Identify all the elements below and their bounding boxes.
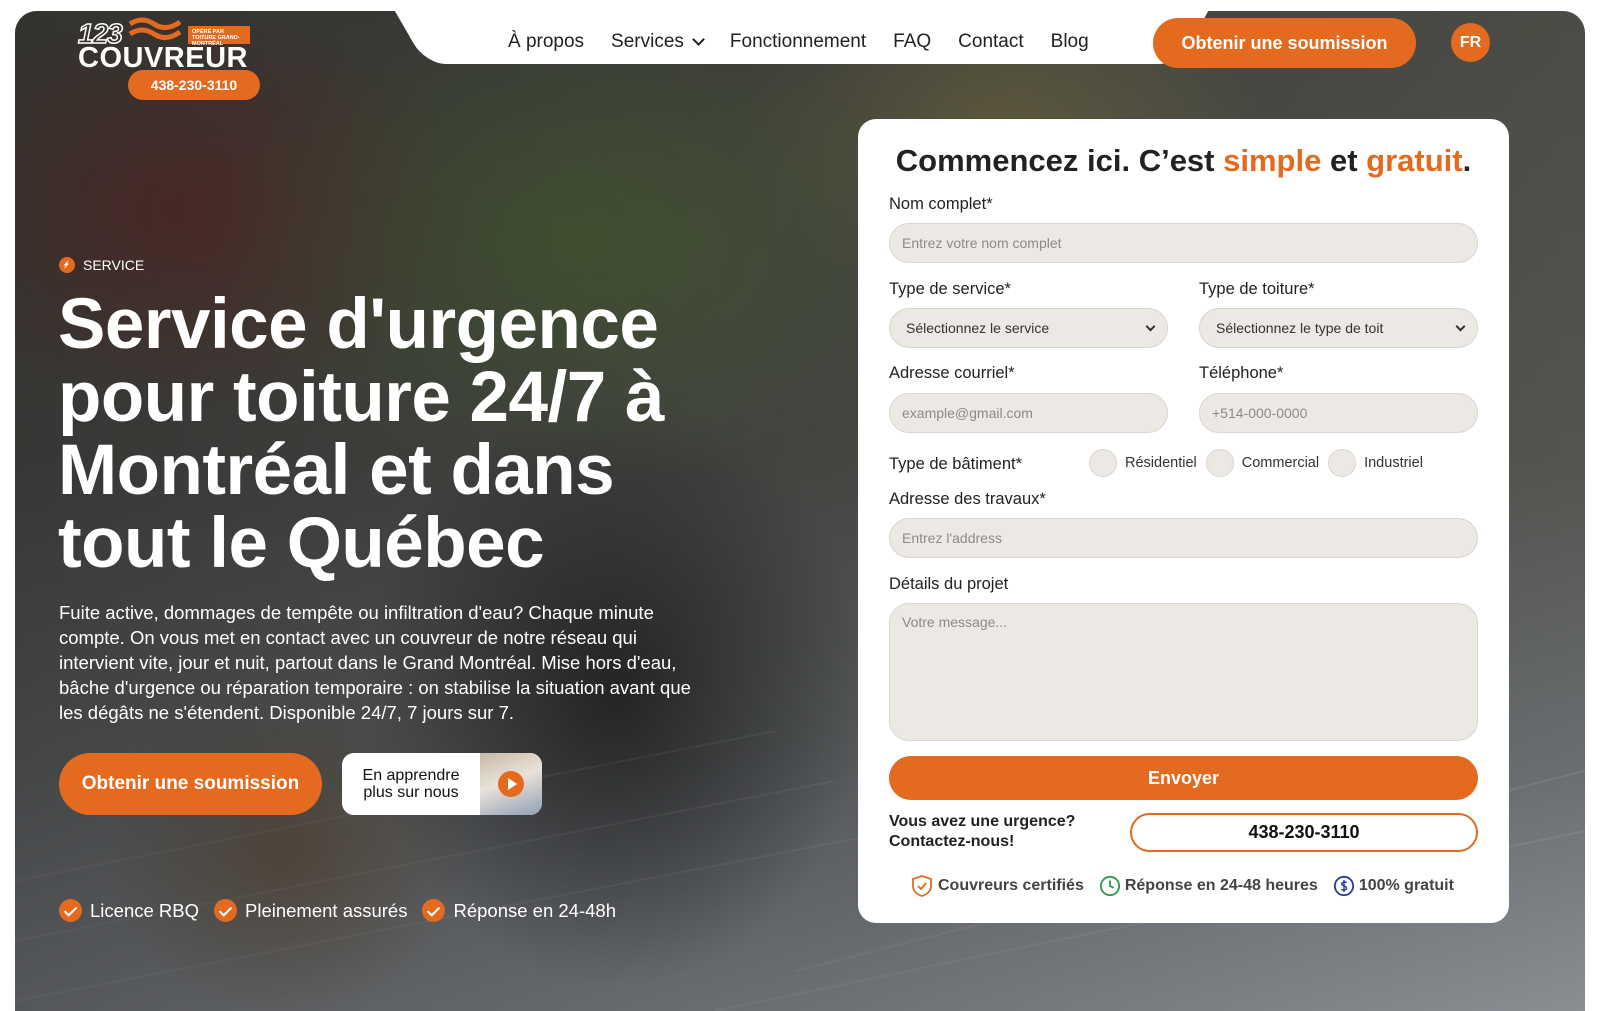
quote-form-card: Commencez ici. C’est simple et gratuit. … [858,119,1509,923]
nav-link-faq[interactable]: FAQ [893,31,931,53]
radio-commercial[interactable]: Commercial [1205,449,1319,477]
building-radio-group: Résidentiel Commercial Industriel [1089,449,1432,477]
roof-select-value: Sélectionnez le type de toit [1216,320,1384,336]
language-switcher[interactable]: FR [1451,23,1490,62]
service-select[interactable]: Sélectionnez le service [889,308,1168,348]
section-eyebrow: SERVICE [59,257,144,273]
service-label: Type de service* [889,280,1011,298]
badge-insured: Pleinement assurés [214,899,407,922]
roof-waves-icon [128,17,182,40]
check-icon [422,899,446,922]
name-label: Nom complet* [889,195,993,213]
hero-description: Fuite active, dommages de tempête ou inf… [59,602,691,723]
phone-input[interactable]: +514-000-0000 [1199,393,1478,433]
hero-quote-button[interactable]: Obtenir une soumission [59,753,322,815]
video-thumbnail [480,753,542,815]
nav-link-services-label: Services [611,31,684,52]
details-label: Détails du projet [889,575,1009,593]
play-icon [498,771,524,797]
nav-link-about[interactable]: À propos [508,31,584,53]
learn-more-label: En apprendre plus sur nous [362,767,460,801]
shield-icon [912,875,932,897]
address-label: Adresse des travaux* [889,490,1046,508]
submit-button[interactable]: Envoyer [889,756,1478,800]
nav-link-services[interactable]: Services [611,31,705,53]
chevron-down-icon [1145,321,1156,332]
nav-link-process[interactable]: Fonctionnement [730,31,866,53]
clock-icon [1099,875,1120,897]
address-input[interactable]: Entrez l'address [889,518,1478,558]
bolt-icon [59,257,75,273]
roof-label: Type de toiture* [1199,280,1315,298]
badge-licence: Licence RBQ [59,899,199,922]
page-title: Service d'urgence pour toiture 24/7 à Mo… [58,285,664,583]
name-input[interactable]: Entrez votre nom complet [889,223,1478,263]
check-icon [59,899,82,922]
header-quote-button[interactable]: Obtenir une soumission [1153,18,1416,68]
roof-select[interactable]: Sélectionnez le type de toit [1199,308,1478,348]
radio-circle [1205,449,1234,477]
trust-certified: Couvreurs certifiés [910,874,1084,898]
urgency-phone-button[interactable]: 438-230-3110 [1130,813,1478,852]
nav-link-contact[interactable]: Contact [958,31,1023,53]
radio-circle [1089,449,1117,477]
phone-label: Téléphone* [1199,364,1284,382]
form-title: Commencez ici. C’est simple et gratuit. [895,143,1472,178]
eyebrow-label: SERVICE [83,257,145,273]
dollar-icon [1333,875,1354,897]
site-logo[interactable]: 123 OPÉRÉ PAR TOITURE GRAND-MONTRÉAL COU… [77,17,260,100]
chevron-down-icon [692,33,705,46]
hero-badges: Licence RBQ Pleinement assurés Réponse e… [59,899,616,922]
trust-response: Réponse en 24-48 heures [1099,875,1318,897]
radio-residential[interactable]: Résidentiel [1089,449,1197,477]
email-label: Adresse courriel* [889,364,1015,382]
urgency-text: Vous avez une urgence? Contactez-nous! [889,813,1076,850]
learn-more-video-button[interactable]: En apprendre plus sur nous [342,753,542,815]
service-select-value: Sélectionnez le service [906,320,1050,336]
radio-industrial[interactable]: Industriel [1328,449,1423,477]
main-nav: À propos Services Fonctionnement FAQ Con… [508,31,1089,53]
badge-response: Réponse en 24-48h [422,899,616,922]
radio-circle [1328,449,1357,477]
check-icon [214,899,237,922]
chevron-down-icon [1455,321,1466,332]
details-textarea[interactable]: Votre message... [889,603,1478,741]
email-input[interactable]: example@gmail.com [889,393,1168,433]
trust-row: Couvreurs certifiés Réponse en 24-48 heu… [910,874,1454,898]
trust-free: 100% gratuit [1333,875,1454,897]
building-label: Type de bâtiment* [889,455,1022,473]
nav-link-blog[interactable]: Blog [1051,31,1089,53]
logo-phone[interactable]: 438-230-3110 [128,70,260,100]
